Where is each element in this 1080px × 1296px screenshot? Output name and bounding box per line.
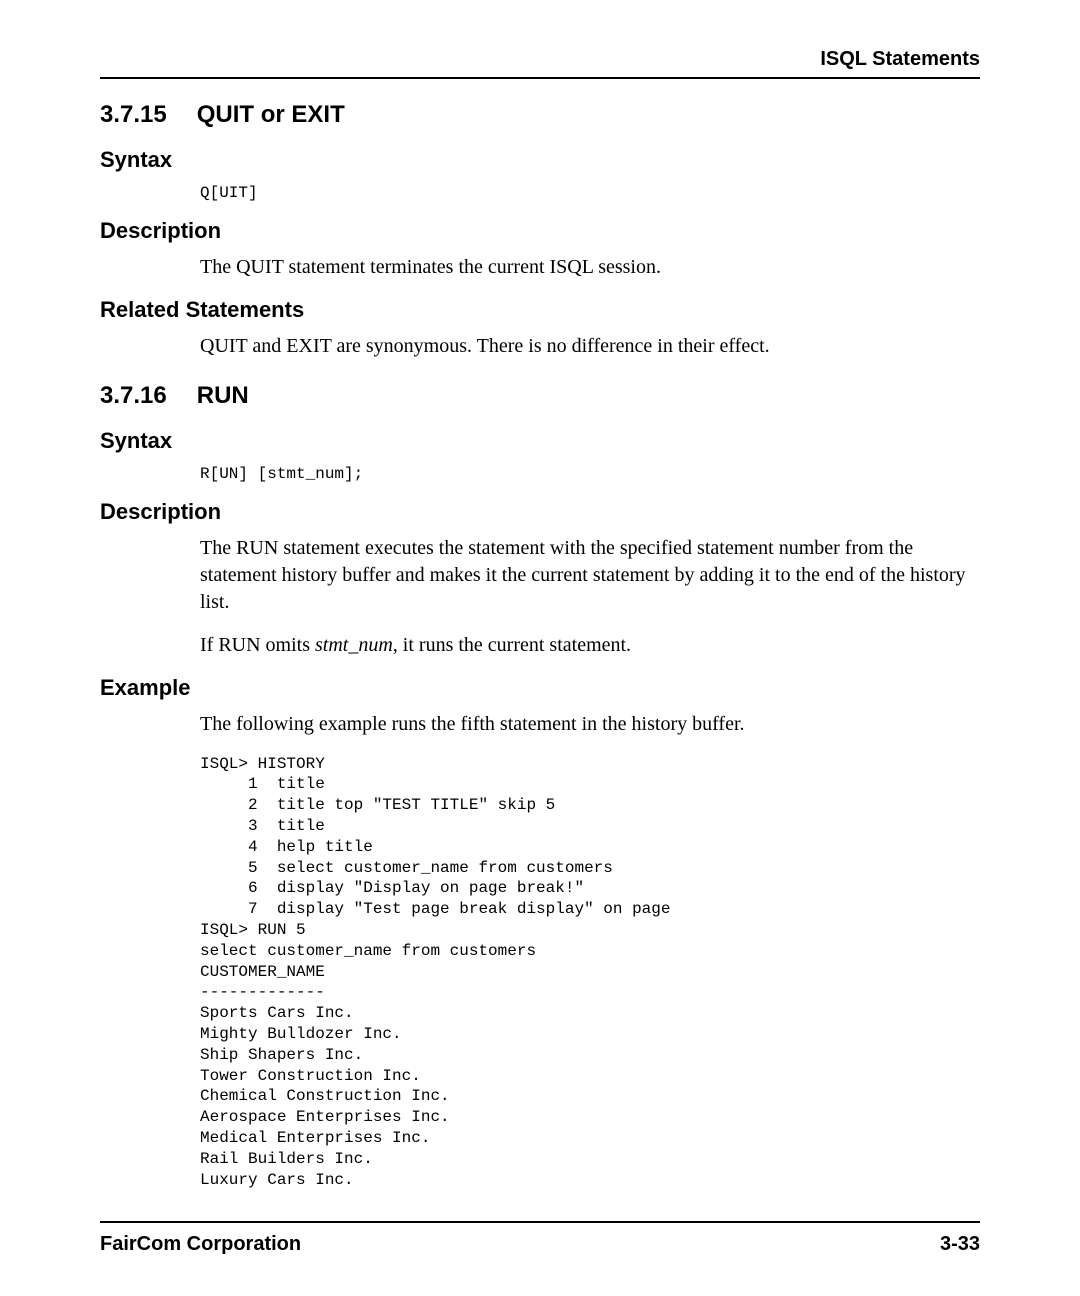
related-text: QUIT and EXIT are synonymous. There is n… — [200, 333, 980, 360]
section-heading-run: 3.7.16 RUN — [100, 382, 980, 410]
page-footer: FairCom Corporation 3-33 — [100, 1221, 980, 1256]
example-intro: The following example runs the fifth sta… — [200, 711, 980, 738]
syntax-heading: Syntax — [100, 147, 980, 173]
footer-divider — [100, 1221, 980, 1223]
desc2-suffix: , it runs the current statement. — [393, 634, 631, 656]
related-heading: Related Statements — [100, 297, 980, 323]
section-title: QUIT or EXIT — [197, 101, 345, 128]
footer-company: FairCom Corporation — [100, 1233, 301, 1256]
description-heading: Description — [100, 218, 980, 244]
description-text-quit: The QUIT statement terminates the curren… — [200, 254, 980, 281]
header-divider — [100, 77, 980, 79]
description-text-run-2: If RUN omits stmt_num, it runs the curre… — [200, 632, 980, 659]
header-title: ISQL Statements — [820, 48, 980, 70]
footer-page-number: 3-33 — [940, 1233, 980, 1256]
footer-row: FairCom Corporation 3-33 — [100, 1233, 980, 1256]
syntax-code-run: R[UN] [stmt_num]; — [200, 464, 980, 485]
desc2-italic: stmt_num — [315, 634, 393, 656]
description-heading: Description — [100, 499, 980, 525]
section-title: RUN — [197, 382, 249, 409]
section-heading-quit: 3.7.15 QUIT or EXIT — [100, 101, 980, 129]
description-text-run-1: The RUN statement executes the statement… — [200, 535, 980, 616]
syntax-heading: Syntax — [100, 428, 980, 454]
syntax-code-quit: Q[UIT] — [200, 183, 980, 204]
page: ISQL Statements 3.7.15 QUIT or EXIT Synta… — [0, 0, 1080, 1296]
desc2-prefix: If RUN omits — [200, 634, 315, 656]
page-header: ISQL Statements — [100, 48, 980, 71]
example-heading: Example — [100, 675, 980, 701]
section-number: 3.7.15 — [100, 101, 167, 129]
section-number: 3.7.16 — [100, 382, 167, 410]
example-code: ISQL> HISTORY 1 title 2 title top "TEST … — [200, 754, 980, 1191]
